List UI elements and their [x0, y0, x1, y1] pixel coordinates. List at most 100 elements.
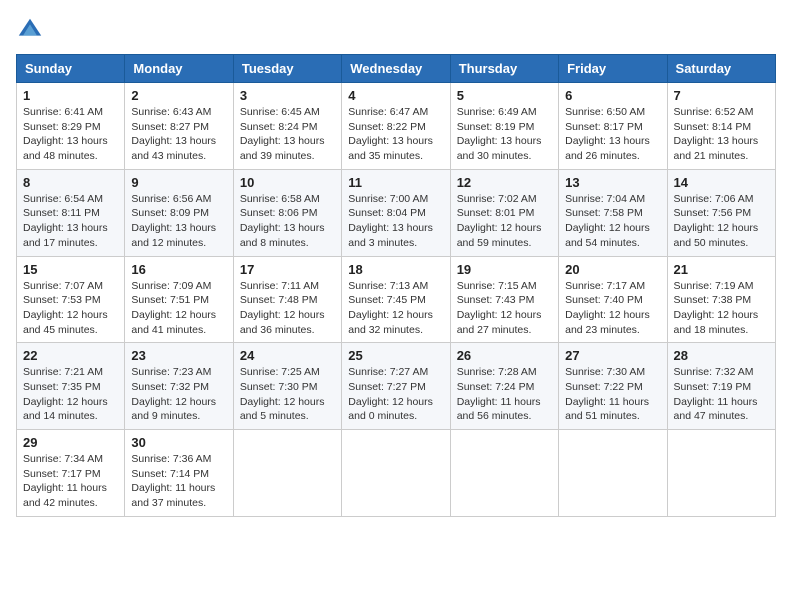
- day-number: 28: [674, 348, 769, 363]
- day-info: Sunrise: 7:17 AMSunset: 7:40 PMDaylight:…: [565, 279, 660, 338]
- calendar-day-cell: 15 Sunrise: 7:07 AMSunset: 7:53 PMDayligh…: [17, 256, 125, 343]
- empty-cell: [342, 430, 450, 517]
- day-number: 4: [348, 88, 443, 103]
- day-info: Sunrise: 7:28 AMSunset: 7:24 PMDaylight:…: [457, 365, 552, 424]
- logo-icon: [16, 16, 44, 44]
- day-of-week-header: Thursday: [450, 55, 558, 83]
- day-number: 11: [348, 175, 443, 190]
- calendar-day-cell: 24 Sunrise: 7:25 AMSunset: 7:30 PMDayligh…: [233, 343, 341, 430]
- calendar-day-cell: 6 Sunrise: 6:50 AMSunset: 8:17 PMDaylight…: [559, 83, 667, 170]
- day-number: 5: [457, 88, 552, 103]
- calendar-header-row: SundayMondayTuesdayWednesdayThursdayFrid…: [17, 55, 776, 83]
- day-number: 23: [131, 348, 226, 363]
- day-number: 8: [23, 175, 118, 190]
- calendar-day-cell: 29 Sunrise: 7:34 AMSunset: 7:17 PMDayligh…: [17, 430, 125, 517]
- day-number: 25: [348, 348, 443, 363]
- day-info: Sunrise: 6:54 AMSunset: 8:11 PMDaylight:…: [23, 192, 118, 251]
- day-number: 24: [240, 348, 335, 363]
- day-info: Sunrise: 7:06 AMSunset: 7:56 PMDaylight:…: [674, 192, 769, 251]
- day-info: Sunrise: 6:43 AMSunset: 8:27 PMDaylight:…: [131, 105, 226, 164]
- calendar-day-cell: 19 Sunrise: 7:15 AMSunset: 7:43 PMDayligh…: [450, 256, 558, 343]
- calendar-day-cell: 4Sunrise: 6:47 AMSunset: 8:22 PMDaylight…: [342, 83, 450, 170]
- calendar-day-cell: 25 Sunrise: 7:27 AMSunset: 7:27 PMDayligh…: [342, 343, 450, 430]
- day-info: Sunrise: 6:41 AMSunset: 8:29 PMDaylight:…: [23, 105, 118, 164]
- logo: [16, 16, 48, 44]
- calendar-day-cell: 16 Sunrise: 7:09 AMSunset: 7:51 PMDayligh…: [125, 256, 233, 343]
- day-info: Sunrise: 7:15 AMSunset: 7:43 PMDaylight:…: [457, 279, 552, 338]
- empty-cell: [667, 430, 775, 517]
- calendar-day-cell: 2 Sunrise: 6:43 AMSunset: 8:27 PMDaylight…: [125, 83, 233, 170]
- calendar-table: SundayMondayTuesdayWednesdayThursdayFrid…: [16, 54, 776, 517]
- day-info: Sunrise: 7:19 AMSunset: 7:38 PMDaylight:…: [674, 279, 769, 338]
- day-number: 9: [131, 175, 226, 190]
- day-info: Sunrise: 7:00 AMSunset: 8:04 PMDaylight:…: [348, 192, 443, 251]
- day-number: 2: [131, 88, 226, 103]
- day-info: Sunrise: 7:34 AMSunset: 7:17 PMDaylight:…: [23, 452, 118, 511]
- calendar-day-cell: 5 Sunrise: 6:49 AMSunset: 8:19 PMDaylight…: [450, 83, 558, 170]
- day-number: 18: [348, 262, 443, 277]
- calendar-day-cell: 1Sunrise: 6:41 AMSunset: 8:29 PMDaylight…: [17, 83, 125, 170]
- day-number: 26: [457, 348, 552, 363]
- day-of-week-header: Sunday: [17, 55, 125, 83]
- calendar-day-cell: 17Sunrise: 7:11 AMSunset: 7:48 PMDayligh…: [233, 256, 341, 343]
- day-info: Sunrise: 6:52 AMSunset: 8:14 PMDaylight:…: [674, 105, 769, 164]
- day-info: Sunrise: 7:07 AMSunset: 7:53 PMDaylight:…: [23, 279, 118, 338]
- calendar-week-row: 29 Sunrise: 7:34 AMSunset: 7:17 PMDayligh…: [17, 430, 776, 517]
- day-info: Sunrise: 6:50 AMSunset: 8:17 PMDaylight:…: [565, 105, 660, 164]
- day-number: 6: [565, 88, 660, 103]
- calendar-day-cell: 13Sunrise: 7:04 AMSunset: 7:58 PMDayligh…: [559, 169, 667, 256]
- calendar-day-cell: 7 Sunrise: 6:52 AMSunset: 8:14 PMDaylight…: [667, 83, 775, 170]
- day-number: 15: [23, 262, 118, 277]
- day-of-week-header: Wednesday: [342, 55, 450, 83]
- day-number: 29: [23, 435, 118, 450]
- day-number: 21: [674, 262, 769, 277]
- day-info: Sunrise: 7:09 AMSunset: 7:51 PMDaylight:…: [131, 279, 226, 338]
- calendar-day-cell: 18 Sunrise: 7:13 AMSunset: 7:45 PMDayligh…: [342, 256, 450, 343]
- empty-cell: [450, 430, 558, 517]
- day-info: Sunrise: 7:13 AMSunset: 7:45 PMDaylight:…: [348, 279, 443, 338]
- day-info: Sunrise: 6:56 AMSunset: 8:09 PMDaylight:…: [131, 192, 226, 251]
- day-info: Sunrise: 7:32 AMSunset: 7:19 PMDaylight:…: [674, 365, 769, 424]
- day-info: Sunrise: 6:58 AMSunset: 8:06 PMDaylight:…: [240, 192, 335, 251]
- calendar-day-cell: 23 Sunrise: 7:23 AMSunset: 7:32 PMDayligh…: [125, 343, 233, 430]
- day-info: Sunrise: 7:36 AMSunset: 7:14 PMDaylight:…: [131, 452, 226, 511]
- day-number: 14: [674, 175, 769, 190]
- calendar-day-cell: 20 Sunrise: 7:17 AMSunset: 7:40 PMDayligh…: [559, 256, 667, 343]
- day-of-week-header: Friday: [559, 55, 667, 83]
- calendar-day-cell: 21 Sunrise: 7:19 AMSunset: 7:38 PMDayligh…: [667, 256, 775, 343]
- page-header: [16, 16, 776, 44]
- calendar-week-row: 22 Sunrise: 7:21 AMSunset: 7:35 PMDayligh…: [17, 343, 776, 430]
- day-info: Sunrise: 7:23 AMSunset: 7:32 PMDaylight:…: [131, 365, 226, 424]
- day-info: Sunrise: 7:02 AMSunset: 8:01 PMDaylight:…: [457, 192, 552, 251]
- day-number: 27: [565, 348, 660, 363]
- calendar-day-cell: 22 Sunrise: 7:21 AMSunset: 7:35 PMDayligh…: [17, 343, 125, 430]
- empty-cell: [559, 430, 667, 517]
- calendar-day-cell: 3Sunrise: 6:45 AMSunset: 8:24 PMDaylight…: [233, 83, 341, 170]
- day-number: 10: [240, 175, 335, 190]
- calendar-day-cell: 30 Sunrise: 7:36 AMSunset: 7:14 PMDayligh…: [125, 430, 233, 517]
- day-info: Sunrise: 7:21 AMSunset: 7:35 PMDaylight:…: [23, 365, 118, 424]
- calendar-day-cell: 12 Sunrise: 7:02 AMSunset: 8:01 PMDayligh…: [450, 169, 558, 256]
- day-number: 16: [131, 262, 226, 277]
- day-number: 13: [565, 175, 660, 190]
- day-of-week-header: Monday: [125, 55, 233, 83]
- day-of-week-header: Tuesday: [233, 55, 341, 83]
- day-number: 12: [457, 175, 552, 190]
- day-number: 7: [674, 88, 769, 103]
- calendar-day-cell: 14 Sunrise: 7:06 AMSunset: 7:56 PMDayligh…: [667, 169, 775, 256]
- day-number: 30: [131, 435, 226, 450]
- day-number: 22: [23, 348, 118, 363]
- calendar-day-cell: 11 Sunrise: 7:00 AMSunset: 8:04 PMDayligh…: [342, 169, 450, 256]
- day-info: Sunrise: 7:25 AMSunset: 7:30 PMDaylight:…: [240, 365, 335, 424]
- day-number: 19: [457, 262, 552, 277]
- day-info: Sunrise: 7:11 AMSunset: 7:48 PMDaylight:…: [240, 279, 335, 338]
- calendar-week-row: 15 Sunrise: 7:07 AMSunset: 7:53 PMDayligh…: [17, 256, 776, 343]
- day-info: Sunrise: 6:49 AMSunset: 8:19 PMDaylight:…: [457, 105, 552, 164]
- day-info: Sunrise: 7:27 AMSunset: 7:27 PMDaylight:…: [348, 365, 443, 424]
- calendar-day-cell: 8 Sunrise: 6:54 AMSunset: 8:11 PMDaylight…: [17, 169, 125, 256]
- calendar-day-cell: 26 Sunrise: 7:28 AMSunset: 7:24 PMDayligh…: [450, 343, 558, 430]
- day-of-week-header: Saturday: [667, 55, 775, 83]
- day-number: 20: [565, 262, 660, 277]
- empty-cell: [233, 430, 341, 517]
- day-info: Sunrise: 6:45 AMSunset: 8:24 PMDaylight:…: [240, 105, 335, 164]
